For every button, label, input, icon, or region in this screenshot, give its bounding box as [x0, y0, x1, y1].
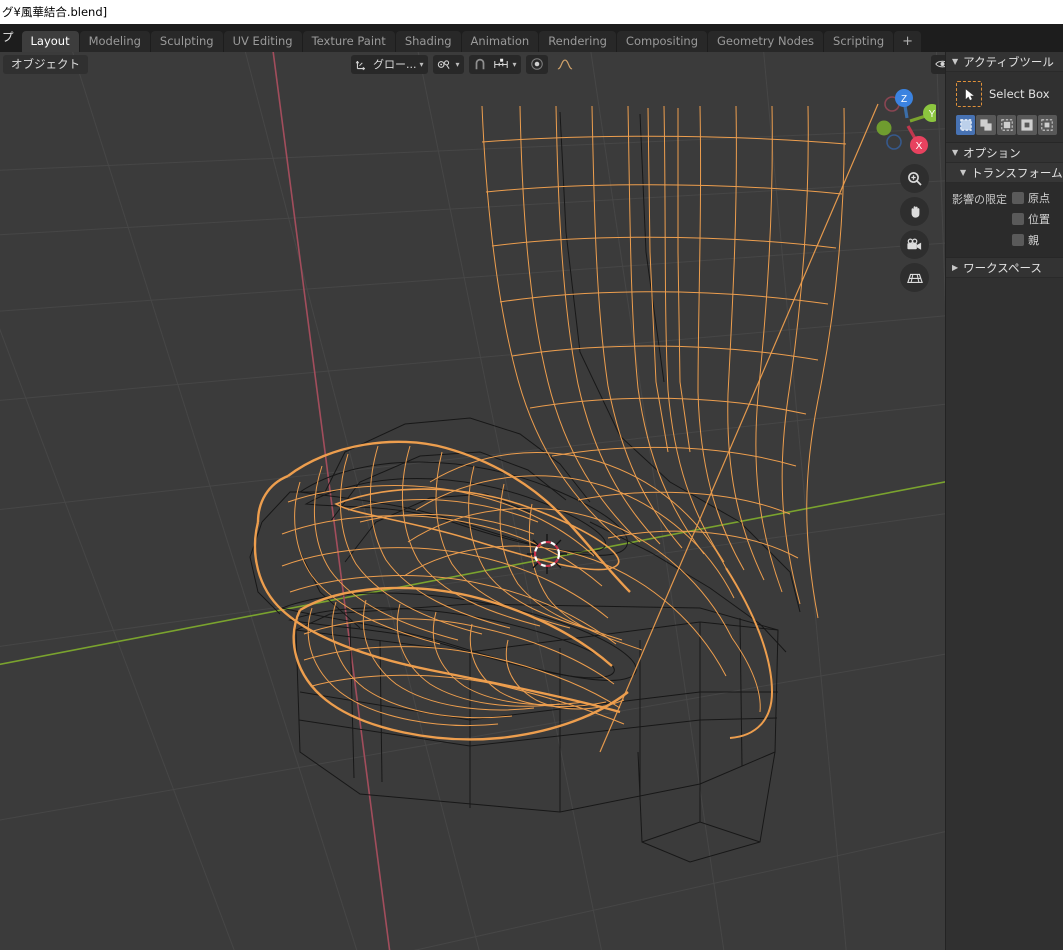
select-extend-icon[interactable]: [976, 115, 996, 135]
snap-with-icon[interactable]: [434, 56, 455, 73]
affect-only-label: 影響の限定: [952, 193, 1007, 206]
workspace-tab-compositing[interactable]: Compositing: [616, 31, 708, 52]
viewport-nav-buttons: [900, 164, 934, 296]
transform-options-body: 影響の限定 原点位置親: [946, 183, 1063, 257]
gizmo-axis-z: Z: [901, 94, 907, 105]
affect-checkbox-label: 位置: [1028, 213, 1050, 226]
active-tool-name: Select Box: [989, 87, 1050, 101]
triangle-right-icon: ▶: [952, 263, 959, 272]
3d-viewport[interactable]: オブジェクト グロー... ▾ ▾ ▾ Z Y X: [0, 52, 1063, 950]
navigation-gizmo[interactable]: Z Y X: [862, 84, 941, 158]
chevron-down-icon[interactable]: ▾: [419, 60, 427, 69]
panel-header-options[interactable]: ▼ オプション: [946, 143, 1063, 163]
gizmo-axis-x: X: [916, 141, 923, 152]
workspace-tab-texture-paint[interactable]: Texture Paint: [302, 31, 395, 52]
pan-hand-icon[interactable]: [900, 197, 929, 226]
affect-only-checkboxes: 原点 位置親: [1012, 190, 1050, 248]
menu-stub[interactable]: プ: [0, 29, 18, 52]
workspace-tab-shading[interactable]: Shading: [395, 31, 461, 52]
gizmo-axis-y: Y: [929, 109, 936, 120]
panel-title-workspace: ワークスペース: [963, 260, 1042, 275]
panel-header-active-tool[interactable]: ▼ アクティブツール: [946, 52, 1063, 72]
sidebar-panel: ▼ アクティブツール Select Box ▼ オプション ▼ トランスフォーム: [945, 52, 1063, 950]
zoom-icon[interactable]: [900, 164, 929, 193]
active-tool-body: Select Box: [946, 72, 1063, 142]
select-set-icon[interactable]: [956, 115, 976, 135]
select-subtract-icon[interactable]: [996, 115, 1017, 135]
triangle-down-icon: ▼: [952, 148, 959, 157]
snap-with-group: ▾: [432, 54, 464, 74]
checkbox-icon[interactable]: [1012, 192, 1024, 204]
blender-window: グ¥風華結合.blend] プ Layout Modeling Sculpting U…: [0, 0, 1063, 950]
workspace-tab-modeling[interactable]: Modeling: [79, 31, 150, 52]
active-tool-row[interactable]: Select Box: [952, 79, 1057, 115]
affect-checkbox-row[interactable]: 位置: [1012, 211, 1050, 227]
workspace-tab-scripting[interactable]: Scripting: [824, 31, 894, 52]
checkbox-icon[interactable]: [1012, 213, 1024, 225]
workspace-tab-geometry-nodes[interactable]: Geometry Nodes: [708, 31, 824, 52]
workspace-tab-uv-editing[interactable]: UV Editing: [223, 31, 302, 52]
transform-orientation-label[interactable]: グロー...: [371, 56, 419, 72]
proportional-editing-group: [525, 54, 548, 74]
checkbox-icon[interactable]: [1012, 234, 1024, 246]
panel-title-active-tool: アクティブツール: [963, 54, 1054, 69]
magnet-icon[interactable]: [470, 56, 490, 73]
interaction-mode-dropdown[interactable]: オブジェクト: [3, 54, 88, 74]
add-workspace-button[interactable]: +: [894, 31, 922, 52]
falloff-curve-icon[interactable]: [554, 56, 576, 73]
workspace-tab-sculpting[interactable]: Sculpting: [150, 31, 223, 52]
triangle-down-icon: ▼: [960, 168, 967, 177]
workspace-tabs: Layout Modeling Sculpting UV Editing Texture…: [21, 24, 923, 52]
affect-checkbox-label: 親: [1028, 234, 1039, 247]
panel-header-transform[interactable]: ▼ トランスフォーム: [946, 163, 1063, 183]
snap-to-icon[interactable]: [490, 56, 512, 73]
affect-checkbox-label: 原点: [1028, 192, 1050, 205]
snap-group: ▾: [468, 54, 521, 74]
topbar: プ Layout Modeling Sculpting UV Editing Textu…: [0, 24, 1063, 52]
workspace-tab-rendering[interactable]: Rendering: [539, 31, 616, 52]
proportional-editing-icon[interactable]: [527, 56, 547, 73]
affect-checkbox-row[interactable]: 原点: [1012, 190, 1050, 206]
triangle-down-icon: ▼: [952, 57, 959, 66]
select-intersect-icon[interactable]: [1037, 115, 1058, 135]
select-invert-icon[interactable]: [1017, 115, 1037, 135]
workspace-tab-layout[interactable]: Layout: [21, 31, 79, 52]
falloff-group: [553, 55, 577, 74]
camera-view-icon[interactable]: [900, 230, 929, 259]
chevron-down-icon[interactable]: ▾: [512, 60, 520, 69]
panel-title-transform: トランスフォーム: [971, 165, 1063, 180]
transform-orientation-group: グロー... ▾: [351, 54, 428, 74]
window-titlebar: グ¥風華結合.blend]: [0, 0, 1063, 24]
panel-header-workspace[interactable]: ▶ ワークスペース: [946, 258, 1063, 278]
cursor-arrow-icon: [956, 81, 982, 107]
chevron-down-icon[interactable]: ▾: [455, 60, 463, 69]
affect-checkbox-row[interactable]: 親: [1012, 232, 1050, 248]
transform-orientation-icon[interactable]: [352, 56, 371, 73]
select-mode-row: [952, 115, 1058, 135]
workspace-tab-animation[interactable]: Animation: [461, 31, 539, 52]
toggle-orthographic-icon[interactable]: [900, 263, 929, 292]
panel-title-options: オプション: [963, 145, 1021, 160]
